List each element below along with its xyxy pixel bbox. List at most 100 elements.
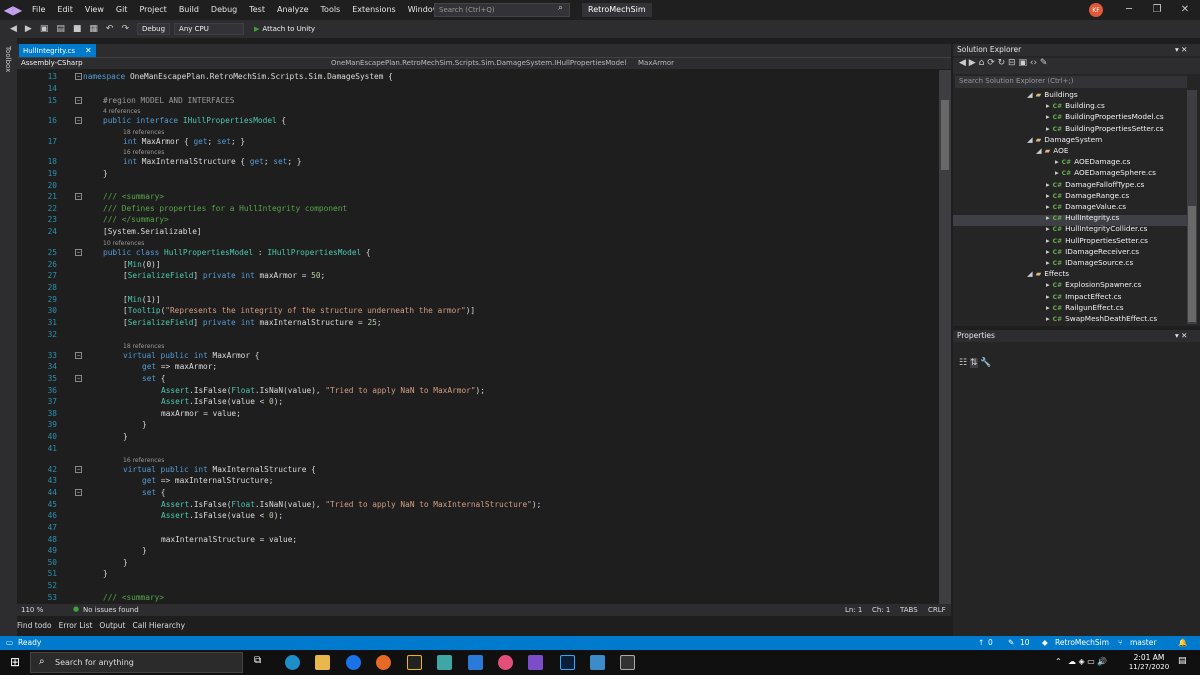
categorized-icon[interactable]: ☷ (959, 358, 967, 368)
forward-icon[interactable]: ▶ (25, 24, 32, 34)
tab-error-list[interactable]: Error List (59, 621, 93, 630)
collapse-icon[interactable]: − (75, 97, 82, 104)
tree-file[interactable]: ▸ C# DamageRange.cs (1046, 191, 1129, 202)
close-tab-icon[interactable]: ✕ (85, 46, 92, 55)
collapse-arrow-icon[interactable]: ▸ (1046, 191, 1050, 200)
back-icon[interactable]: ◀ (10, 24, 17, 34)
collapse-arrow-icon[interactable]: ▸ (1046, 124, 1050, 133)
codelens-references[interactable]: 16 references (123, 149, 164, 156)
tree-file[interactable]: ▸ C# AOEDamageSphere.cs (1055, 168, 1156, 179)
collapse-icon[interactable]: − (75, 466, 82, 473)
pin-icon[interactable]: ▾ ✕ (1175, 331, 1187, 340)
notifications-icon[interactable]: ▤ (1178, 656, 1187, 666)
avatar[interactable]: KF (1089, 3, 1103, 17)
phone-icon[interactable] (468, 655, 483, 670)
collapse-icon[interactable]: − (75, 117, 82, 124)
collapse-icon[interactable]: − (75, 73, 82, 80)
collapse-arrow-icon[interactable]: ▸ (1046, 292, 1050, 301)
save-all-icon[interactable]: ▦ (89, 24, 98, 34)
line-indicator[interactable]: Ln: 1 (845, 606, 862, 614)
refresh-icon[interactable]: ↻ (998, 58, 1006, 68)
tray-icons[interactable]: ☁ ◈ ▭ 🔊 (1068, 657, 1107, 666)
solution-scrollbar[interactable] (1187, 90, 1197, 324)
collapse-icon[interactable]: − (75, 352, 82, 359)
line-ending-indicator[interactable]: CRLF (928, 606, 946, 614)
maximize-icon[interactable]: ❐ (1148, 2, 1166, 18)
edge-icon[interactable] (285, 655, 300, 670)
tab-output[interactable]: Output (99, 621, 125, 630)
pencil-icon[interactable]: ✎ (1008, 638, 1014, 647)
column-indicator[interactable]: Ch: 1 (872, 606, 890, 614)
attach-to-unity-button[interactable]: ▶ Attach to Unity (254, 25, 315, 33)
collapse-arrow-icon[interactable]: ▸ (1046, 213, 1050, 222)
forward-icon[interactable]: ▶ (969, 58, 976, 68)
editor-scrollbar[interactable] (939, 70, 951, 604)
codelens-references[interactable]: 16 references (123, 457, 164, 464)
notification-icon[interactable]: 🔔 (1178, 638, 1187, 647)
menu-project[interactable]: Project (133, 0, 172, 20)
expand-icon[interactable]: ◢ (1036, 146, 1042, 155)
menu-analyze[interactable]: Analyze (271, 0, 315, 20)
codelens-references[interactable]: 18 references (123, 343, 164, 350)
collapse-arrow-icon[interactable]: ▸ (1055, 168, 1059, 177)
slack-icon[interactable] (498, 655, 513, 670)
photoshop-icon[interactable] (560, 655, 575, 670)
alphabetical-icon[interactable]: ⇅ (969, 358, 978, 368)
sync-icon[interactable]: ⟳ (987, 58, 995, 68)
clock-date[interactable]: 11/27/2020 (1128, 663, 1170, 671)
scrollbar-thumb[interactable] (941, 100, 949, 170)
collapse-arrow-icon[interactable]: ▸ (1046, 202, 1050, 211)
tree-file[interactable]: ▸ C# HullIntegrityCollider.cs (1046, 224, 1147, 235)
collapse-arrow-icon[interactable]: ▸ (1046, 101, 1050, 110)
redo-icon[interactable]: ↷ (121, 24, 129, 34)
pin-icon[interactable]: ▾ ✕ (1175, 45, 1187, 54)
tree-file[interactable]: ▸ C# BuildingPropertiesSetter.cs (1046, 124, 1163, 135)
expand-icon[interactable]: ◢ (1027, 135, 1033, 144)
tabs-indicator[interactable]: TABS (900, 606, 918, 614)
unity-icon[interactable] (620, 655, 635, 670)
minimize-icon[interactable]: ─ (1120, 2, 1138, 18)
taskbar-search-box[interactable]: ⌕ Search for anything (30, 652, 243, 673)
scrollbar-thumb[interactable] (1188, 206, 1196, 322)
search-input[interactable]: Search (Ctrl+Q) (434, 3, 570, 17)
task-view-icon[interactable]: ⧉ (254, 655, 269, 670)
issues-indicator[interactable]: No issues found (83, 606, 139, 614)
menu-tools[interactable]: Tools (315, 0, 347, 20)
project-dropdown[interactable]: Assembly-CSharp (21, 59, 83, 67)
configuration-dropdown[interactable]: Debug (137, 23, 171, 35)
collapse-arrow-icon[interactable]: ▸ (1046, 314, 1050, 323)
branch-name[interactable]: master (1130, 638, 1156, 647)
firefox-icon[interactable] (376, 655, 391, 670)
tree-file[interactable]: ▸ C# AOEDamage.cs (1055, 157, 1130, 168)
home-icon[interactable]: ⌂ (979, 58, 985, 68)
platform-dropdown[interactable]: Any CPU (174, 23, 245, 35)
code-area[interactable]: 13 14 15 16 17 18 19 20 21 22 23 24 25 2… (17, 70, 939, 604)
collapse-arrow-icon[interactable]: ▸ (1046, 280, 1050, 289)
tab-hullintegrity[interactable]: HullIntegrity.cs ✕ (19, 44, 96, 57)
collapse-arrow-icon[interactable]: ▸ (1046, 112, 1050, 121)
tree-folder[interactable]: ◢ ▰ Buildings (1027, 90, 1078, 101)
search-icon[interactable]: ⌕ (558, 3, 563, 13)
solution-search-input[interactable]: Search Solution Explorer (Ctrl+;) (955, 76, 1187, 88)
visual-studio-logo-icon[interactable]: ◀▶ (0, 0, 26, 20)
menu-build[interactable]: Build (173, 0, 205, 20)
collapse-arrow-icon[interactable]: ▸ (1046, 258, 1050, 267)
tray-overflow-icon[interactable]: ⌃ (1055, 657, 1062, 666)
wrench-icon[interactable]: 🔧 (980, 358, 991, 368)
changes-count[interactable]: 10 (1020, 638, 1030, 647)
menu-edit[interactable]: Edit (51, 0, 79, 20)
toolbox-tab[interactable]: Toolbox (4, 46, 12, 72)
collapse-arrow-icon[interactable]: ▸ (1046, 224, 1050, 233)
collapse-arrow-icon[interactable]: ▸ (1055, 157, 1059, 166)
open-icon[interactable]: ▤ (56, 24, 65, 34)
tree-folder[interactable]: ◢ ▰ Effects (1027, 269, 1069, 280)
menu-extensions[interactable]: Extensions (346, 0, 401, 20)
tree-file[interactable]: ▸ C# IDamageSource.cs (1046, 258, 1133, 269)
close-icon[interactable]: ✕ (1176, 2, 1194, 18)
menu-test[interactable]: Test (243, 0, 271, 20)
menu-file[interactable]: File (26, 0, 51, 20)
tree-file[interactable]: ▸ C# DamageValue.cs (1046, 202, 1126, 213)
undo-icon[interactable]: ↶ (106, 24, 114, 34)
push-icon[interactable]: ↑ (978, 638, 984, 647)
expand-icon[interactable]: ◢ (1027, 269, 1033, 278)
